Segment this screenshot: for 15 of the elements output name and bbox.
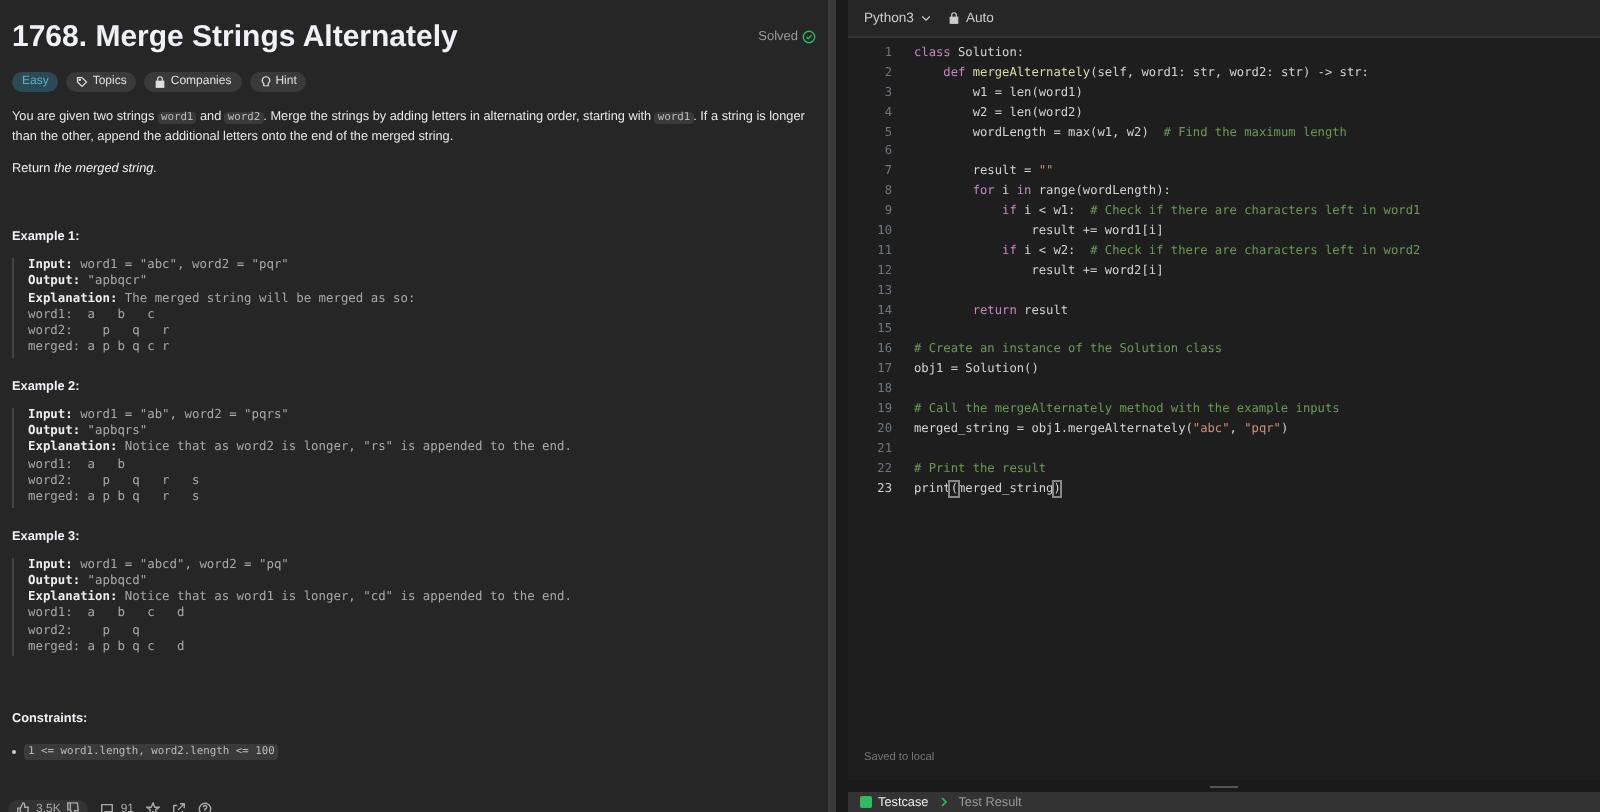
terminal-icon <box>940 796 953 808</box>
help-icon <box>198 802 213 812</box>
chevron-down-icon <box>919 12 932 24</box>
checkbox-icon <box>860 796 872 808</box>
star-icon <box>146 802 161 812</box>
tag-icon <box>76 76 89 88</box>
lock-icon <box>947 12 960 24</box>
lightbulb-icon <box>259 76 272 88</box>
lock-icon <box>154 76 167 88</box>
problem-title: 1768. Merge Strings Alternately <box>12 20 458 54</box>
share-icon <box>172 802 187 812</box>
comment-icon <box>100 802 115 812</box>
thumbs-up-icon <box>16 802 30 812</box>
thumbs-down-icon <box>66 802 81 812</box>
check-circle-icon <box>802 30 816 44</box>
